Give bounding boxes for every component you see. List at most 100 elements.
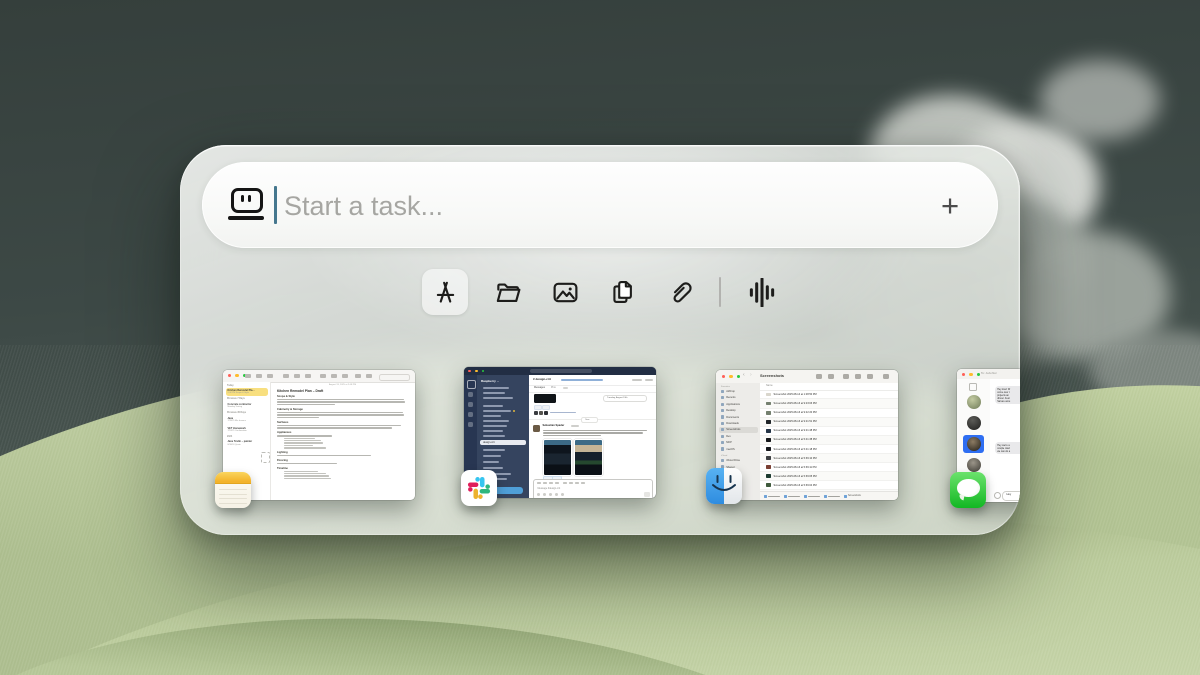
- slack-sidebar-item[interactable]: [483, 449, 505, 451]
- slack-sidebar-item[interactable]: [483, 392, 505, 394]
- file-row[interactable]: Screenshot 2025-08-14 at 1:28:50 PM: [760, 390, 898, 399]
- crumb-label[interactable]: [828, 496, 840, 498]
- finder-sidebar-item[interactable]: iCloud Drive: [719, 458, 758, 464]
- paperclip-icon[interactable]: [662, 275, 696, 309]
- file-row[interactable]: Screenshot 2025-08-13 at 5:41:38 PM: [760, 436, 898, 445]
- toolbar-glyph[interactable]: [331, 374, 337, 379]
- file-row[interactable]: Screenshot 2025-08-13 at 9:23:03 PM: [760, 399, 898, 408]
- slack-app-icon[interactable]: [461, 470, 497, 506]
- reaction-pill[interactable]: [542, 405, 550, 410]
- notes-sidebar-item[interactable]: Concrete contractorMonday Testing: [226, 401, 268, 409]
- tab-pins[interactable]: Pins: [551, 387, 556, 390]
- format-glyph[interactable]: [581, 482, 585, 484]
- apps-icon[interactable]: [422, 269, 468, 315]
- toolbar-glyph[interactable]: [816, 374, 822, 379]
- format-glyph[interactable]: [563, 482, 567, 484]
- slack-sidebar-item[interactable]: [483, 420, 509, 422]
- slack-composer[interactable]: Message #design-crit: [533, 479, 653, 498]
- avatar[interactable]: [967, 395, 981, 409]
- notes-sidebar-item[interactable]: VET Homework7/18/25 Confirmation: [226, 425, 268, 433]
- crumb-label[interactable]: [788, 496, 800, 498]
- composer-icon[interactable]: [549, 493, 552, 496]
- file-row[interactable]: Screenshot 2025-08-13 at 5:39:10 PM: [760, 454, 898, 463]
- toolbar-glyph[interactable]: [855, 374, 861, 379]
- crumb-label[interactable]: [808, 496, 820, 498]
- avatar[interactable]: [967, 416, 981, 430]
- toolbar-glyph[interactable]: [256, 374, 262, 379]
- notes-app-icon[interactable]: [215, 472, 251, 508]
- toolbar-glyph[interactable]: [867, 374, 873, 379]
- toolbar-glyph[interactable]: [828, 374, 834, 379]
- composer-icon[interactable]: [561, 493, 564, 496]
- slack-sidebar-item[interactable]: [483, 415, 501, 417]
- composer-icon[interactable]: [543, 493, 546, 496]
- file-row[interactable]: Screenshot 2025-08-13 at 5:39:04 PM: [760, 481, 898, 490]
- messages-app-icon[interactable]: [950, 472, 986, 508]
- format-glyph[interactable]: [555, 482, 559, 484]
- reaction-pill[interactable]: [534, 405, 542, 410]
- slack-sidebar-item[interactable]: [483, 425, 507, 427]
- avatar[interactable]: [967, 458, 981, 472]
- finder-app-icon[interactable]: [706, 468, 742, 504]
- notes-sidebar-item[interactable]: Java7/28/25 Mix lessons: [226, 415, 268, 423]
- slack-screenshot-attachment[interactable]: [574, 439, 603, 476]
- toolbar-glyph[interactable]: [320, 374, 326, 379]
- tab-messages[interactable]: Messages: [534, 387, 545, 390]
- slack-sidebar-item[interactable]: [483, 410, 511, 412]
- format-glyph[interactable]: [569, 482, 573, 484]
- finder-window-thumbnail[interactable]: ‹ › Screenshots FavoritesAirDropRecentsA…: [716, 370, 898, 500]
- selected-conversation[interactable]: [963, 435, 984, 453]
- file-row[interactable]: Screenshot 2025-08-13 at 9:21:48 PM: [760, 427, 898, 436]
- slack-message-author[interactable]: Sebastian Spader: [543, 425, 565, 428]
- finder-sidebar-item[interactable]: Downloads: [719, 420, 758, 426]
- composer-icon[interactable]: [555, 493, 558, 496]
- toolbar-glyph[interactable]: [883, 374, 889, 379]
- notes-sidebar-item[interactable]: Kitchen Remodel Pla…2:08 PM Scope & Styl…: [226, 388, 268, 396]
- toolbar-glyph[interactable]: [267, 374, 273, 379]
- format-glyph[interactable]: [543, 482, 547, 484]
- slack-sidebar-item[interactable]: [483, 467, 503, 469]
- task-input[interactable]: [282, 182, 906, 230]
- file-row[interactable]: Screenshot 2025-08-13 at 5:39:11 PM: [760, 463, 898, 472]
- finder-sidebar-item[interactable]: AirDrop: [719, 388, 758, 394]
- file-row[interactable]: Screenshot 2025-08-13 at 5:41:18 PM: [760, 445, 898, 454]
- format-glyph[interactable]: [549, 482, 553, 484]
- crumb-current[interactable]: Screenshots: [848, 495, 861, 498]
- add-attachment-button[interactable]: +: [928, 184, 972, 228]
- compose-icon[interactable]: [969, 383, 977, 391]
- copy-icon[interactable]: [605, 275, 639, 309]
- slack-sidebar-item[interactable]: [483, 455, 501, 457]
- folder-icon[interactable]: [491, 275, 525, 309]
- slack-selected-channel[interactable]: design-crit: [480, 440, 526, 445]
- slack-sidebar-item[interactable]: [483, 461, 499, 463]
- format-glyph[interactable]: [537, 482, 541, 484]
- toolbar-glyph[interactable]: [355, 374, 361, 379]
- task-input-bar[interactable]: +: [202, 162, 998, 248]
- send-button[interactable]: [644, 492, 650, 496]
- format-glyph[interactable]: [575, 482, 579, 484]
- slack-header-link[interactable]: [561, 379, 603, 381]
- toolbar-glyph[interactable]: [342, 374, 348, 379]
- slack-sidebar-item[interactable]: [483, 430, 503, 432]
- finder-sidebar-item[interactable]: Desktop: [719, 407, 758, 413]
- slack-workspace-name[interactable]: Raspberry ⌄: [481, 379, 499, 383]
- back-button[interactable]: ‹: [743, 373, 745, 379]
- notes-window-thumbnail[interactable]: TodayKitchen Remodel Pla…2:08 PM Scope &…: [223, 370, 415, 500]
- toolbar-glyph[interactable]: [843, 374, 849, 379]
- toolbar-glyph[interactable]: [283, 374, 289, 379]
- slack-sidebar-item[interactable]: [483, 435, 505, 437]
- notes-sidebar-item[interactable]: Jane Tevlin – painter8/30/24 Quote: [226, 439, 268, 447]
- slack-image-attachment[interactable]: [534, 394, 556, 403]
- crumb-label[interactable]: [768, 496, 780, 498]
- file-row[interactable]: Screenshot 2025-08-13 at 5:39:05 PM: [760, 472, 898, 481]
- message-input[interactable]: Hey: [1002, 491, 1020, 501]
- file-row[interactable]: Screenshot 2025-08-13 at 9:21:51 PM: [760, 418, 898, 427]
- slack-sidebar-item[interactable]: [483, 405, 503, 407]
- composer-icon[interactable]: [537, 493, 540, 496]
- slack-sidebar-item[interactable]: [483, 387, 509, 389]
- plus-circle-icon[interactable]: [994, 492, 1001, 499]
- finder-sidebar-item[interactable]: macOS: [719, 446, 758, 452]
- finder-sidebar-item[interactable]: MCP: [719, 439, 758, 445]
- column-header-name[interactable]: Name: [766, 385, 773, 388]
- voice-icon[interactable]: [744, 275, 778, 309]
